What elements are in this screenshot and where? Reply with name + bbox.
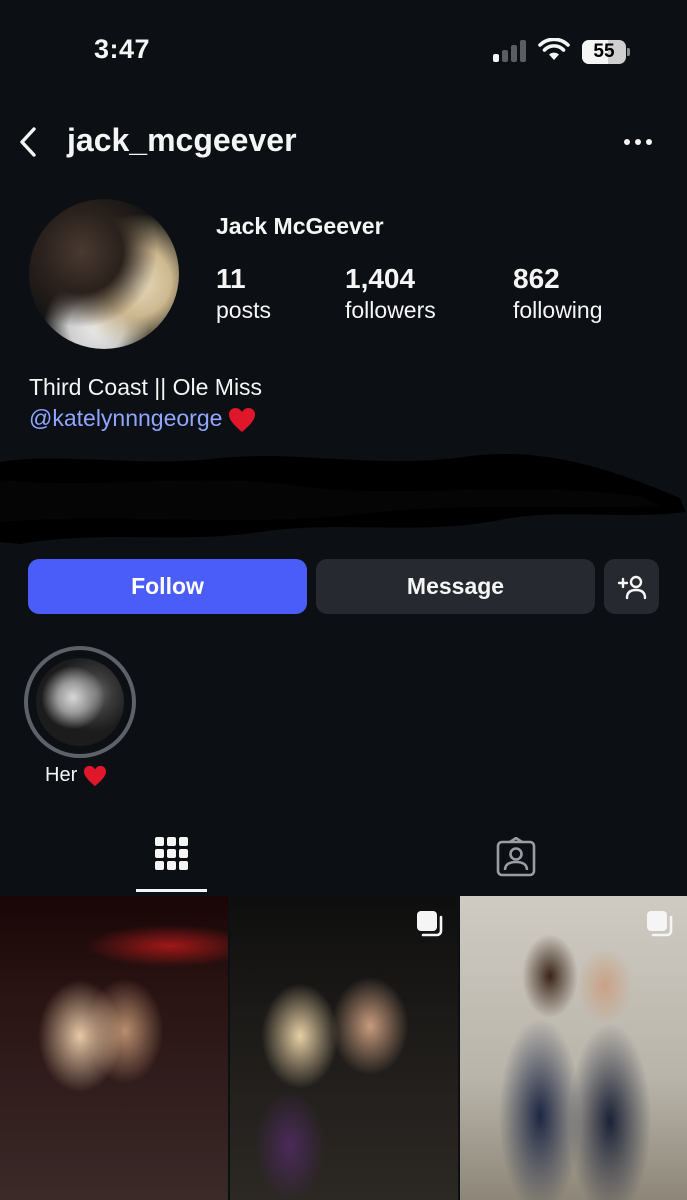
redacted-bio-scribble [0, 453, 686, 544]
multi-photo-icon [417, 911, 443, 937]
active-tab-indicator [136, 889, 207, 892]
following-label: following [513, 297, 603, 323]
multi-photo-icon [647, 911, 673, 937]
posts-stat[interactable]: 11 posts [216, 263, 271, 324]
post-thumbnail[interactable] [230, 896, 458, 1200]
followers-label: followers [345, 297, 436, 323]
heart-icon [229, 407, 256, 432]
tagged-icon[interactable] [496, 837, 536, 877]
suggested-users-button[interactable] [604, 559, 659, 614]
signal-icon [493, 40, 527, 62]
battery-level: 55 [593, 41, 615, 62]
message-button[interactable]: Message [316, 559, 595, 614]
followers-count: 1,404 [345, 263, 416, 294]
more-icon[interactable] [620, 136, 656, 148]
bio: Third Coast || Ole Miss @katelynnngeorge [29, 372, 262, 434]
highlight-label: Her [45, 764, 107, 787]
heart-icon [83, 765, 106, 786]
bio-line: Third Coast || Ole Miss [29, 374, 263, 400]
highlight-thumbnail[interactable] [36, 658, 124, 746]
grid-icon[interactable] [155, 837, 189, 873]
back-icon[interactable] [14, 124, 42, 160]
profile-username: jack_mcgeever [67, 122, 297, 158]
battery-icon: 55 [582, 40, 630, 64]
following-count: 862 [513, 263, 560, 294]
profile-page: 3:47 55 jack_mcgeever Jack McGeever 11 p… [0, 0, 687, 1200]
wifi-icon [538, 38, 570, 60]
post-thumbnail[interactable] [0, 896, 228, 1200]
add-user-icon [617, 575, 646, 599]
posts-label: posts [216, 297, 271, 323]
bio-mention-link[interactable]: @katelynnngeorge [29, 405, 222, 431]
follow-button[interactable]: Follow [28, 559, 307, 614]
post-thumbnail[interactable] [460, 896, 687, 1200]
posts-count: 11 [216, 263, 246, 294]
followers-stat[interactable]: 1,404 followers [345, 263, 436, 324]
display-name: Jack McGeever [216, 213, 384, 239]
profile-avatar[interactable] [29, 199, 179, 349]
following-stat[interactable]: 862 following [513, 263, 603, 324]
status-time: 3:47 [94, 34, 151, 64]
